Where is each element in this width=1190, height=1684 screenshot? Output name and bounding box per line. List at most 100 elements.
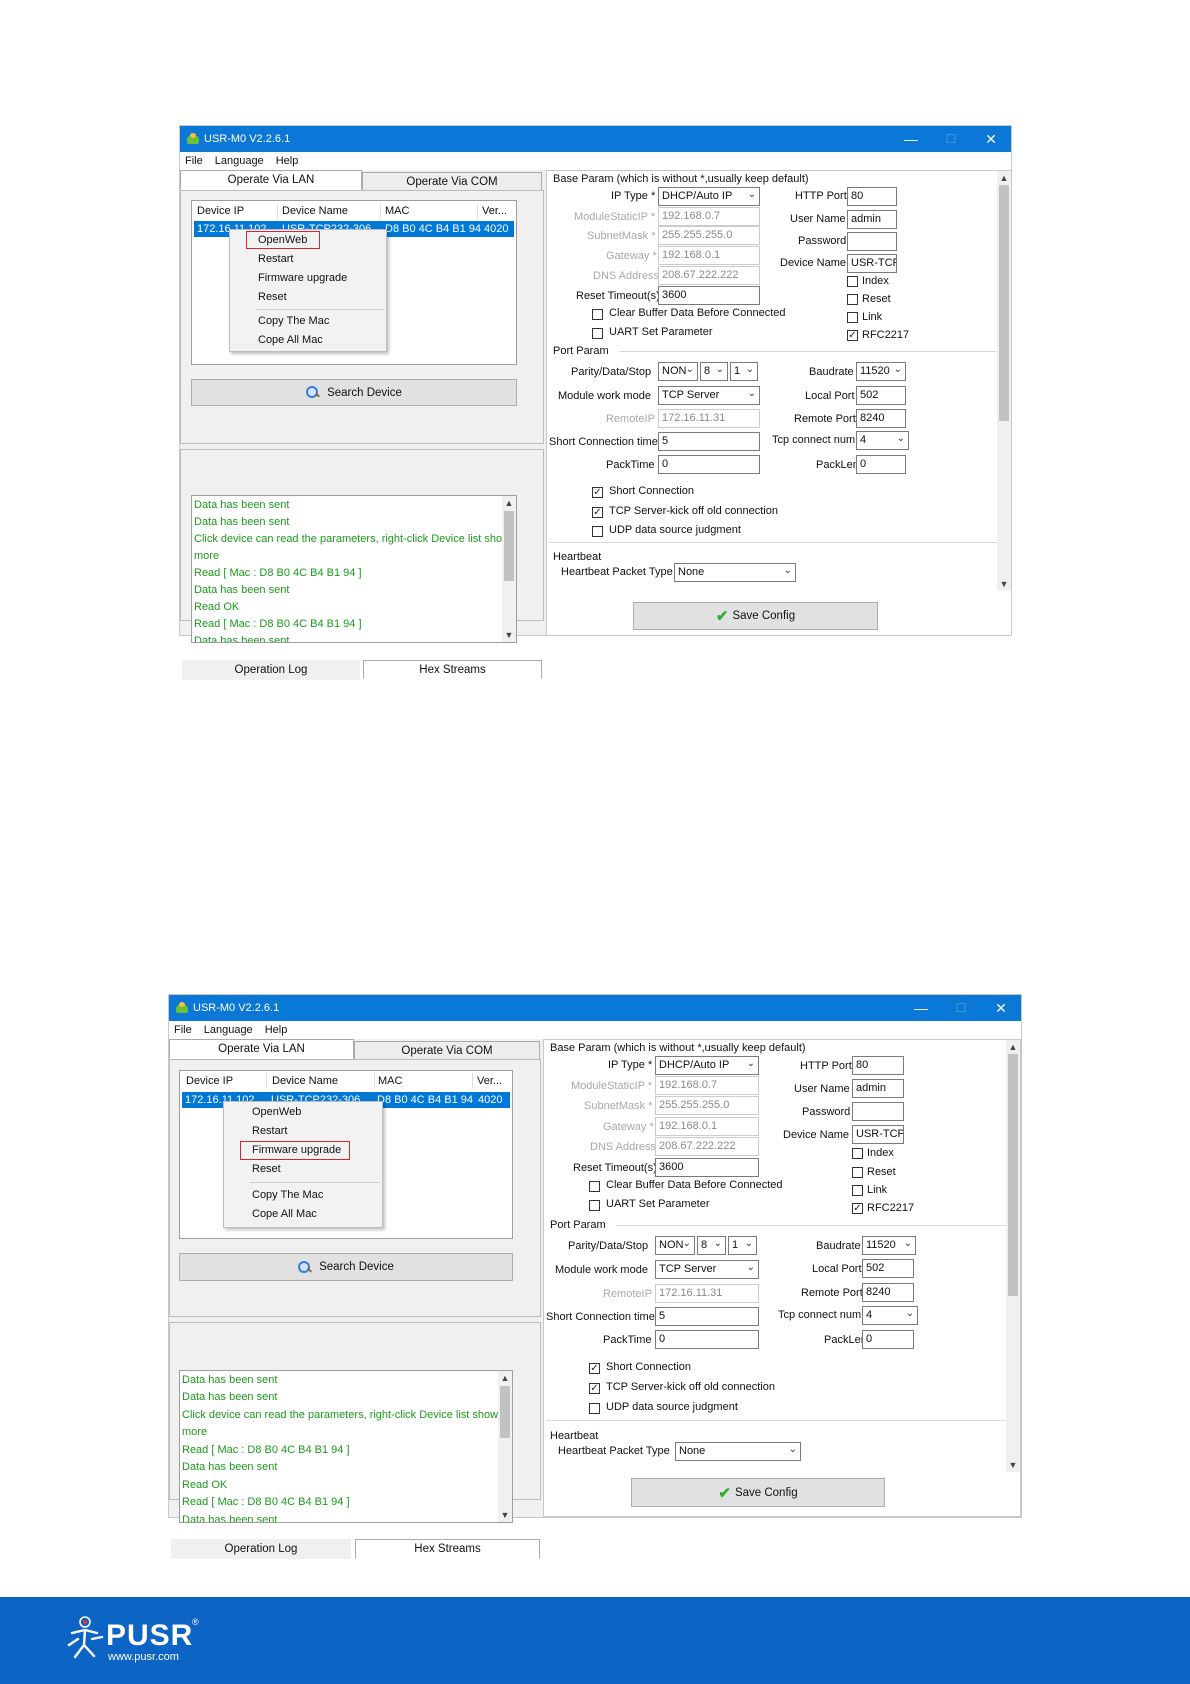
menu-language[interactable]: Language xyxy=(215,155,264,167)
password-field[interactable] xyxy=(847,232,897,251)
http-port-field[interactable]: 80 xyxy=(852,1056,904,1075)
device-name-field[interactable]: USR-TCP2 xyxy=(847,254,897,273)
settings-scrollbar[interactable]: ▲ ▼ xyxy=(1006,1040,1020,1472)
parity-select[interactable]: NON ⌄ xyxy=(655,1236,695,1255)
uart-set-checkbox[interactable] xyxy=(592,328,603,339)
col-device-ip[interactable]: Device IP xyxy=(186,1075,233,1087)
ip-type-select[interactable]: DHCP/Auto IP ⌄ xyxy=(655,1056,759,1075)
tab-operate-via-com[interactable]: Operate Via COM xyxy=(362,172,542,192)
user-name-field[interactable]: admin xyxy=(847,210,897,229)
menu-language[interactable]: Language xyxy=(204,1024,253,1036)
menu-item-restart[interactable]: Restart xyxy=(252,1125,287,1137)
stop-bits-select[interactable]: 1 ⌄ xyxy=(728,1236,757,1255)
menu-item-openweb[interactable]: OpenWeb xyxy=(252,1106,301,1118)
short-conn-checkbox[interactable]: ✓ xyxy=(592,487,603,498)
title-bar[interactable]: USR-M0 V2.2.6.1 — ☐ ✕ xyxy=(169,995,1021,1021)
baudrate-select[interactable]: 11520 ⌄ xyxy=(862,1236,916,1255)
uart-set-checkbox[interactable] xyxy=(589,1200,600,1211)
scroll-up-icon[interactable]: ▲ xyxy=(498,1371,512,1385)
operation-log[interactable]: Data has been sent Data has been sent Cl… xyxy=(179,1370,513,1523)
rfc2217-checkbox[interactable]: ✓ xyxy=(847,330,858,341)
scroll-up-icon[interactable]: ▲ xyxy=(502,496,516,510)
close-button[interactable]: ✕ xyxy=(981,995,1021,1021)
scroll-down-icon[interactable]: ▼ xyxy=(498,1508,512,1522)
clear-buffer-checkbox[interactable] xyxy=(589,1181,600,1192)
col-version[interactable]: Ver... xyxy=(482,205,507,217)
search-device-button[interactable]: Search Device xyxy=(191,379,517,406)
subnet-field[interactable]: 255.255.255.0 xyxy=(658,226,760,245)
tab-operation-log[interactable]: Operation Log xyxy=(171,1539,351,1559)
scroll-down-icon[interactable]: ▼ xyxy=(502,628,516,642)
title-bar[interactable]: USR-M0 V2.2.6.1 — ☐ ✕ xyxy=(180,126,1011,152)
dns-field[interactable]: 208.67.222.222 xyxy=(655,1137,759,1156)
col-device-name[interactable]: Device Name xyxy=(282,205,348,217)
remote-ip-field[interactable]: 172.16.11.31 xyxy=(658,409,760,428)
subnet-field[interactable]: 255.255.255.0 xyxy=(655,1096,759,1115)
col-mac[interactable]: MAC xyxy=(378,1075,402,1087)
heartbeat-type-select[interactable]: None ⌄ xyxy=(674,563,796,582)
device-name-field[interactable]: USR-TCP2 xyxy=(852,1125,904,1144)
scroll-thumb[interactable] xyxy=(500,1386,510,1438)
scroll-thumb[interactable] xyxy=(1008,1054,1018,1296)
local-port-field[interactable]: 502 xyxy=(856,386,906,405)
maximize-button[interactable]: ☐ xyxy=(941,995,981,1021)
remote-port-field[interactable]: 8240 xyxy=(862,1283,914,1302)
kick-off-checkbox[interactable]: ✓ xyxy=(589,1383,600,1394)
save-config-button[interactable]: ✔ Save Config xyxy=(633,602,878,630)
menu-item-copy-the-mac[interactable]: Copy The Mac xyxy=(252,1189,323,1201)
tab-operate-via-com[interactable]: Operate Via COM xyxy=(354,1041,540,1061)
http-port-field[interactable]: 80 xyxy=(847,187,897,206)
tab-operation-log[interactable]: Operation Log xyxy=(182,660,360,680)
link-checkbox[interactable] xyxy=(852,1185,863,1196)
settings-scrollbar[interactable]: ▲ ▼ xyxy=(997,171,1011,591)
short-time-field[interactable]: 5 xyxy=(655,1307,759,1326)
tab-operate-via-lan[interactable]: Operate Via LAN xyxy=(180,170,362,190)
udp-judgment-checkbox[interactable] xyxy=(589,1403,600,1414)
password-field[interactable] xyxy=(852,1102,904,1121)
rfc2217-checkbox[interactable]: ✓ xyxy=(852,1203,863,1214)
menu-file[interactable]: File xyxy=(185,155,203,167)
reset-checkbox[interactable] xyxy=(852,1167,863,1178)
reset-checkbox[interactable] xyxy=(847,294,858,305)
pack-time-field[interactable]: 0 xyxy=(658,455,760,474)
log-scrollbar[interactable]: ▲ ▼ xyxy=(502,496,516,642)
data-bits-select[interactable]: 8 ⌄ xyxy=(697,1236,726,1255)
scroll-down-icon[interactable]: ▼ xyxy=(997,577,1011,591)
menu-item-firmware-upgrade[interactable]: Firmware upgrade xyxy=(258,272,347,284)
menu-item-copy-the-mac[interactable]: Copy The Mac xyxy=(258,315,329,327)
remote-ip-field[interactable]: 172.16.11.31 xyxy=(655,1284,759,1303)
pusr-logo[interactable]: PUSR ® www.pusr.com xyxy=(64,1615,204,1665)
save-config-button[interactable]: ✔ Save Config xyxy=(631,1478,885,1507)
pack-len-field[interactable]: 0 xyxy=(862,1330,914,1349)
gateway-field[interactable]: 192.168.0.1 xyxy=(658,246,760,265)
menu-item-reset[interactable]: Reset xyxy=(252,1163,281,1175)
dns-field[interactable]: 208.67.222.222 xyxy=(658,266,760,285)
user-name-field[interactable]: admin xyxy=(852,1079,904,1098)
clear-buffer-checkbox[interactable] xyxy=(592,309,603,320)
log-scrollbar[interactable]: ▲ ▼ xyxy=(498,1371,512,1522)
minimize-button[interactable]: — xyxy=(901,995,941,1021)
parity-select[interactable]: NON ⌄ xyxy=(658,362,698,381)
tab-hex-streams[interactable]: Hex Streams xyxy=(363,660,542,679)
data-bits-select[interactable]: 8 ⌄ xyxy=(700,362,728,381)
reset-timeout-field[interactable]: 3600 xyxy=(655,1158,759,1177)
operation-log[interactable]: Data has been sent Data has been sent Cl… xyxy=(191,495,517,643)
ip-type-select[interactable]: DHCP/Auto IP ⌄ xyxy=(658,187,760,206)
link-checkbox[interactable] xyxy=(847,312,858,323)
col-mac[interactable]: MAC xyxy=(385,205,409,217)
close-button[interactable]: ✕ xyxy=(971,126,1011,152)
reset-timeout-field[interactable]: 3600 xyxy=(658,286,760,305)
mode-select[interactable]: TCP Server ⌄ xyxy=(658,386,760,405)
kick-off-checkbox[interactable]: ✓ xyxy=(592,507,603,518)
stop-bits-select[interactable]: 1 ⌄ xyxy=(730,362,758,381)
tcp-num-select[interactable]: 4 ⌄ xyxy=(862,1306,918,1325)
heartbeat-type-select[interactable]: None ⌄ xyxy=(675,1442,801,1461)
pack-len-field[interactable]: 0 xyxy=(856,455,906,474)
search-device-button[interactable]: Search Device xyxy=(179,1253,513,1281)
remote-port-field[interactable]: 8240 xyxy=(856,409,906,428)
minimize-button[interactable]: — xyxy=(891,126,931,152)
menu-item-cope-all-mac[interactable]: Cope All Mac xyxy=(258,334,323,346)
footer-url[interactable]: www.pusr.com xyxy=(108,1651,179,1663)
menu-item-restart[interactable]: Restart xyxy=(258,253,293,265)
udp-judgment-checkbox[interactable] xyxy=(592,526,603,537)
